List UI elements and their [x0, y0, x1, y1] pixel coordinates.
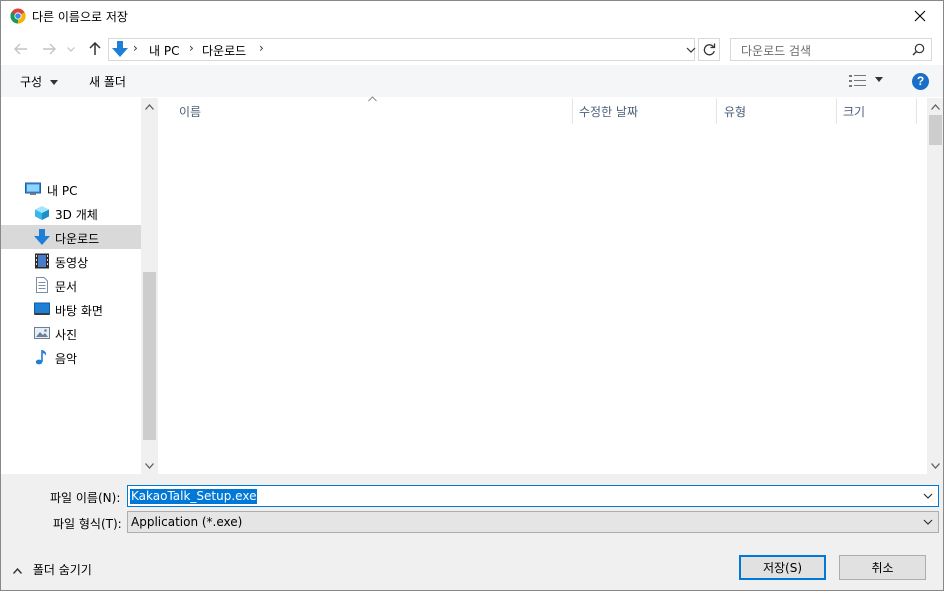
sidebar-item-label: 사진	[55, 328, 78, 342]
sidebar-item-label: 내 PC	[47, 184, 78, 198]
hide-folders-toggle[interactable]: 폴더 숨기기	[12, 561, 92, 578]
caret-down-icon	[49, 80, 58, 85]
dialog-title: 다른 이름으로 저장	[32, 10, 128, 24]
sidebar-item-music[interactable]: 음악	[1, 345, 141, 369]
filetype-value: Application (*.exe)	[131, 515, 243, 529]
column-header-date-modified[interactable]: 수정한 날짜	[579, 103, 638, 120]
sidebar-item-label: 3D 개체	[55, 208, 98, 222]
arrow-up-icon	[89, 42, 101, 55]
column-header-type[interactable]: 유형	[724, 103, 746, 120]
column-header-name[interactable]: 이름	[179, 103, 201, 120]
file-list: 이름 수정한 날짜 유형 크기	[159, 96, 927, 474]
filename-input[interactable]: KakaoTalk_Setup.exe	[127, 485, 939, 507]
scroll-up-button[interactable]	[141, 98, 158, 115]
chrome-icon	[10, 8, 26, 24]
breadcrumb-separator: ›	[133, 41, 138, 55]
sidebar-item-label: 바탕 화면	[55, 304, 103, 318]
sidebar-item-label: 음악	[55, 352, 78, 366]
breadcrumb-separator[interactable]: ›	[189, 41, 194, 55]
column-divider[interactable]	[572, 98, 573, 124]
sidebar-item-label: 동영상	[55, 256, 89, 270]
breadcrumb-this-pc[interactable]: 내 PC	[149, 42, 179, 59]
navigation-pane: 내 PC 3D 개체 다운로드 동영상 문서 바탕 화면 사진 음악	[1, 98, 158, 474]
filetype-select[interactable]: Application (*.exe)	[127, 511, 939, 533]
chevron-down-icon[interactable]	[921, 489, 935, 503]
column-header-size[interactable]: 크기	[843, 103, 865, 120]
column-divider[interactable]	[836, 98, 837, 124]
cancel-button[interactable]: 취소	[839, 555, 926, 580]
scroll-down-button[interactable]	[141, 457, 158, 474]
filename-label: 파일 이름(N):	[50, 491, 121, 505]
scroll-down-button[interactable]	[927, 457, 943, 474]
sidebar-item-pictures[interactable]: 사진	[1, 321, 141, 345]
title-bar: 다른 이름으로 저장	[1, 1, 943, 31]
document-icon	[36, 277, 48, 293]
sidebar-item-videos[interactable]: 동영상	[1, 249, 141, 273]
close-icon	[914, 10, 926, 22]
sidebar-item-desktop[interactable]: 바탕 화면	[1, 297, 141, 321]
arrow-left-icon	[14, 43, 27, 55]
desktop-icon	[34, 302, 50, 315]
chevron-down-icon	[67, 46, 75, 52]
column-divider[interactable]	[916, 98, 917, 124]
organize-label: 구성	[20, 75, 43, 89]
nav-pane-scroll-thumb[interactable]	[143, 272, 156, 440]
close-button[interactable]	[897, 1, 943, 31]
back-button[interactable]	[11, 39, 31, 59]
sidebar-item-3d-objects[interactable]: 3D 개체	[1, 201, 141, 225]
forward-button[interactable]	[39, 39, 59, 59]
sidebar-item-downloads[interactable]: 다운로드	[1, 225, 141, 249]
sidebar-item-documents[interactable]: 문서	[1, 273, 141, 297]
save-form: 파일 이름(N): KakaoTalk_Setup.exe 파일 형식(T): …	[1, 474, 943, 590]
breadcrumb-separator[interactable]: ›	[259, 41, 264, 55]
caret-down-icon[interactable]	[875, 77, 883, 82]
cube-3d-icon	[35, 206, 49, 220]
chevron-up-icon	[12, 567, 23, 574]
search-icon	[912, 43, 925, 56]
recent-locations-button[interactable]	[64, 39, 78, 59]
sort-ascending-icon	[368, 96, 377, 102]
download-arrow-icon	[34, 229, 50, 245]
chevron-down-icon	[145, 462, 154, 469]
download-arrow-icon	[112, 41, 128, 57]
chevron-down-icon	[931, 462, 940, 469]
music-note-icon	[35, 350, 47, 365]
filename-value: KakaoTalk_Setup.exe	[130, 489, 258, 504]
refresh-icon	[703, 43, 715, 56]
file-list-scroll-thumb[interactable]	[929, 115, 942, 145]
view-details-icon[interactable]	[849, 74, 867, 88]
up-button[interactable]	[85, 39, 105, 59]
column-divider[interactable]	[716, 98, 717, 124]
chevron-up-icon	[145, 103, 154, 110]
arrow-right-icon	[43, 43, 56, 55]
new-folder-button[interactable]: 새 폴더	[89, 73, 126, 90]
computer-icon	[25, 182, 41, 195]
organize-button[interactable]: 구성	[20, 73, 58, 90]
hide-folders-label: 폴더 숨기기	[32, 563, 92, 577]
scroll-up-button[interactable]	[927, 98, 943, 115]
sidebar-item-label: 다운로드	[55, 232, 100, 246]
chevron-down-icon[interactable]	[683, 42, 699, 58]
breadcrumb-downloads[interactable]: 다운로드	[202, 42, 246, 59]
filetype-label: 파일 형식(T):	[53, 517, 122, 531]
address-bar[interactable]: › 내 PC › 다운로드 ›	[108, 38, 696, 61]
save-as-dialog: 다른 이름으로 저장 › 내 PC › 다운로드 › 다운로드 검색 구성 새 …	[0, 0, 944, 591]
file-list-scrollbar[interactable]	[927, 98, 943, 474]
save-button[interactable]: 저장(S)	[739, 555, 826, 580]
search-input[interactable]: 다운로드 검색	[730, 38, 932, 61]
picture-icon	[34, 327, 50, 339]
navigation-bar: › 내 PC › 다운로드 › 다운로드 검색	[1, 35, 943, 63]
search-placeholder: 다운로드 검색	[741, 44, 812, 58]
chevron-down-icon	[923, 519, 933, 525]
refresh-button[interactable]	[698, 38, 720, 61]
film-icon	[35, 253, 49, 269]
sidebar-item-label: 문서	[55, 280, 78, 294]
sidebar-item-this-pc[interactable]: 내 PC	[1, 177, 141, 201]
chevron-up-icon	[931, 103, 940, 110]
command-toolbar: 구성 새 폴더 ?	[1, 65, 943, 97]
help-icon[interactable]: ?	[912, 73, 929, 90]
